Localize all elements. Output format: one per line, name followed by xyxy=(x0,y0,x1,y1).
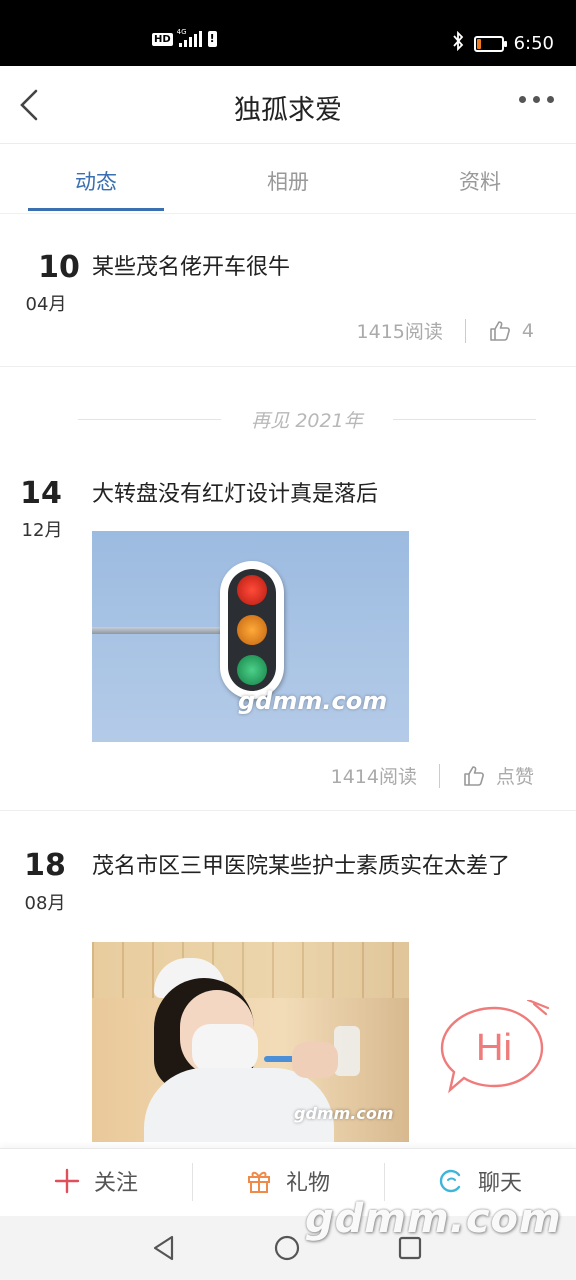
status-bar: HD 4G ! 6:50 xyxy=(0,0,576,66)
image-watermark: gdmm.com xyxy=(294,1104,394,1123)
page-title: 独孤求爱 xyxy=(234,95,342,126)
hd-badge: HD xyxy=(152,32,173,46)
post-day: 14 xyxy=(20,476,62,511)
post-meta: 1415阅读 4 xyxy=(357,317,534,344)
year-separator-text: 再见 2021年 xyxy=(251,409,363,432)
site-watermark: gdmm.com xyxy=(305,1196,562,1242)
read-count: 1415阅读 xyxy=(356,321,443,343)
gift-label: 礼物 xyxy=(285,1171,330,1196)
tab-bar: 动态 相册 资料 xyxy=(0,144,576,214)
signal-icon: 4G xyxy=(176,28,202,47)
status-left: HD 4G ! xyxy=(152,28,217,47)
follow-label: 关注 xyxy=(93,1171,138,1196)
year-separator: 再见 2021年 xyxy=(78,406,536,432)
like-count: 4 xyxy=(521,319,534,342)
post-title[interactable]: 茂名市区三甲医院某些护士素质实在太差了 xyxy=(92,848,544,886)
plus-icon xyxy=(54,1168,80,1194)
post-title[interactable]: 大转盘没有红灯设计真是落后 xyxy=(92,476,544,514)
post-month: 08月 xyxy=(24,893,66,914)
like-button[interactable]: 4 xyxy=(488,319,534,343)
home-circle-icon[interactable] xyxy=(273,1234,301,1262)
status-right: 6:50 xyxy=(452,30,554,56)
tab-dynamics[interactable]: 动态 xyxy=(0,166,192,196)
chat-icon xyxy=(439,1169,461,1193)
bluetooth-icon xyxy=(452,30,464,56)
battery-icon xyxy=(473,35,507,52)
read-count: 1414阅读 xyxy=(330,766,417,788)
more-button[interactable] xyxy=(519,96,554,103)
active-tab-indicator xyxy=(28,208,164,211)
divider xyxy=(0,366,576,367)
hi-chat-button[interactable]: Hi xyxy=(438,998,550,1100)
follow-button[interactable]: 关注 xyxy=(0,1165,192,1197)
back-triangle-icon[interactable] xyxy=(150,1234,178,1262)
hi-text: Hi xyxy=(476,1027,512,1069)
thumbs-up-icon xyxy=(490,320,510,341)
tab-profile[interactable]: 资料 xyxy=(384,166,576,196)
gift-button[interactable]: 礼物 xyxy=(192,1165,384,1197)
network-type: 4G xyxy=(176,28,187,36)
post-image-traffic-light[interactable]: gdmm.com xyxy=(92,531,409,742)
like-label: 点赞 xyxy=(495,766,534,788)
gift-icon xyxy=(247,1171,270,1193)
app-header: 独孤求爱 xyxy=(0,66,576,144)
image-watermark: gdmm.com xyxy=(238,687,388,715)
divider xyxy=(0,810,576,811)
post-month: 04月 xyxy=(25,294,67,315)
chat-label: 聊天 xyxy=(477,1171,522,1196)
post-meta: 1414阅读 点赞 xyxy=(331,762,534,789)
chat-button[interactable]: 聊天 xyxy=(384,1165,576,1197)
like-button[interactable]: 点赞 xyxy=(462,762,534,789)
clock: 6:50 xyxy=(513,33,554,54)
alert-icon: ! xyxy=(207,31,217,47)
tab-album[interactable]: 相册 xyxy=(192,166,384,196)
post-image-nurse[interactable]: gdmm.com xyxy=(92,942,409,1142)
post-day: 18 xyxy=(24,848,66,883)
post-month: 12月 xyxy=(21,520,63,541)
thumbs-up-icon xyxy=(464,765,484,786)
post-day: 10 xyxy=(38,250,80,285)
post-title[interactable]: 某些茂名佬开车很牛 xyxy=(92,249,544,287)
hi-bubble-icon: Hi xyxy=(440,998,550,1094)
